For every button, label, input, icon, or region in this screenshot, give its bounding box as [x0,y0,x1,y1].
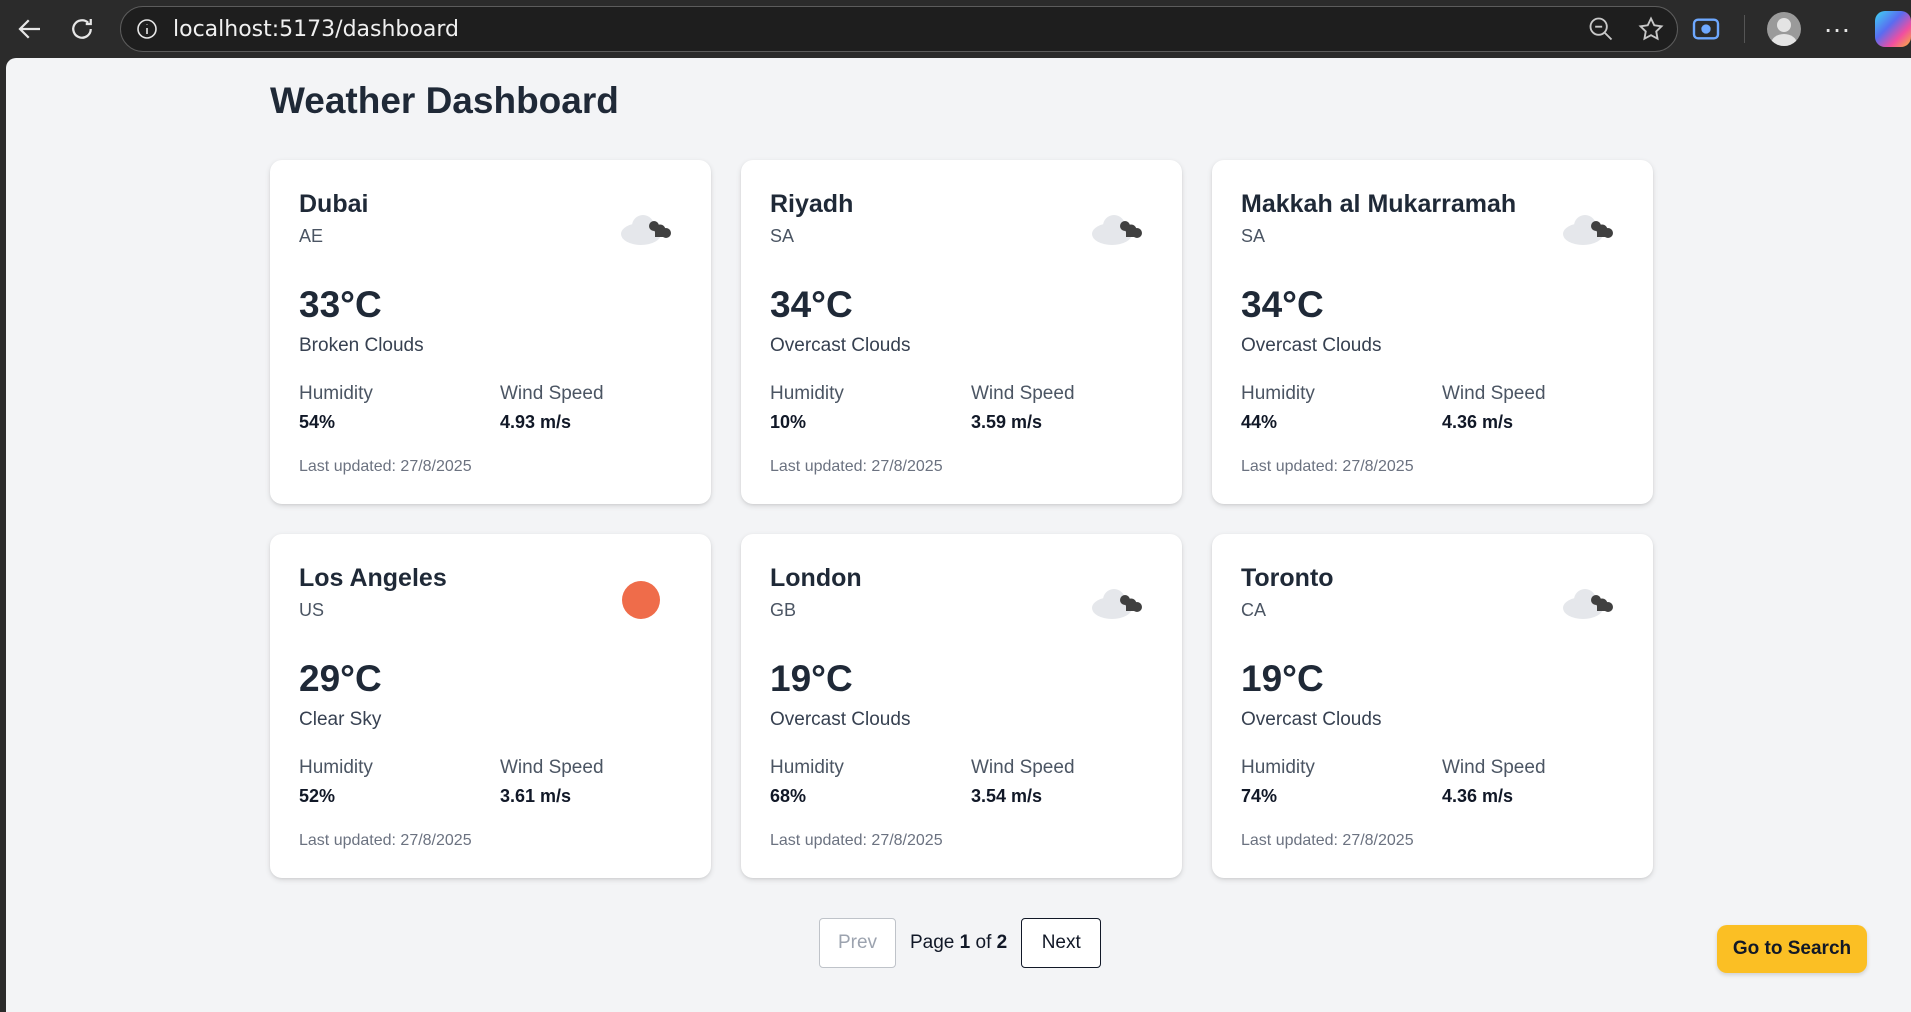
country-code: SA [1241,226,1266,246]
more-options-icon[interactable]: … [1823,9,1853,37]
extension-icon[interactable] [1690,13,1722,45]
city-name: Riyadh [770,190,854,218]
humidity-label: Humidity [1241,757,1315,778]
sun-icon [617,578,679,622]
next-button[interactable]: Next [1021,918,1102,968]
of-word: of [975,932,992,953]
browser-toolbar: localhost:5173/dashboard … [0,0,1911,58]
wind-speed-label: Wind Speed [971,757,1075,778]
last-updated: Last updated: 27/8/2025 [299,458,472,475]
back-icon[interactable] [8,7,52,51]
info-icon[interactable] [135,17,159,41]
last-updated: Last updated: 27/8/2025 [1241,458,1414,475]
current-page: 1 [959,932,971,953]
wind-speed-value: 3.54 m/s [971,786,1043,806]
total-pages: 2 [996,932,1008,953]
temperature: 19°C [1241,658,1324,699]
cloud-icon [1088,578,1150,622]
profile-avatar-icon[interactable] [1767,12,1801,46]
humidity-label: Humidity [1241,383,1315,404]
humidity-label: Humidity [299,757,373,778]
weather-card-grid: Dubai AE 33°C Broken Clouds Humidity Win… [270,160,1653,878]
city-name: London [770,564,862,592]
wind-speed-label: Wind Speed [971,383,1075,404]
cloud-icon [1559,578,1621,622]
city-name: Los Angeles [299,564,447,592]
weather-card[interactable]: Makkah al Mukarramah SA 34°C Overcast Cl… [1212,160,1653,504]
country-code: AE [299,226,324,246]
weather-card[interactable]: Riyadh SA 34°C Overcast Clouds Humidity … [741,160,1182,504]
humidity-label: Humidity [299,383,373,404]
page-title: Weather Dashboard [270,80,619,121]
city-name: Makkah al Mukarramah [1241,190,1517,218]
weather-description: Overcast Clouds [770,335,911,356]
wind-speed-label: Wind Speed [500,757,604,778]
wind-speed-label: Wind Speed [500,383,604,404]
wind-speed-value: 3.59 m/s [971,412,1043,432]
country-code: SA [770,226,795,246]
temperature: 34°C [770,284,853,325]
last-updated: Last updated: 27/8/2025 [770,832,943,849]
cloud-icon [1559,204,1621,248]
weather-card[interactable]: Los Angeles US 29°C Clear Sky Humidity W… [270,534,711,878]
temperature: 33°C [299,284,382,325]
last-updated: Last updated: 27/8/2025 [299,832,472,849]
cloud-icon [1088,204,1150,248]
last-updated: Last updated: 27/8/2025 [1241,832,1414,849]
humidity-value: 54% [299,412,336,432]
temperature: 34°C [1241,284,1324,325]
city-name: Dubai [299,190,369,218]
page-indicator: Page 1 of 2 [910,932,1007,954]
wind-speed-value: 4.36 m/s [1442,786,1514,806]
humidity-value: 74% [1241,786,1278,806]
humidity-value: 52% [299,786,336,806]
page-word: Page [910,932,955,953]
weather-description: Overcast Clouds [1241,709,1382,730]
country-code: GB [770,600,797,620]
wind-speed-label: Wind Speed [1442,757,1546,778]
star-icon[interactable] [1637,15,1665,43]
weather-description: Broken Clouds [299,335,424,356]
city-name: Toronto [1241,564,1334,592]
copilot-icon[interactable] [1875,11,1911,47]
weather-card[interactable]: London GB 19°C Overcast Clouds Humidity … [741,534,1182,878]
humidity-value: 68% [770,786,807,806]
reload-icon[interactable] [60,7,104,51]
weather-description: Overcast Clouds [770,709,911,730]
wind-speed-value: 3.61 m/s [500,786,572,806]
url-text[interactable]: localhost:5173/dashboard [173,17,459,42]
prev-button[interactable]: Prev [819,918,896,968]
zoom-out-icon[interactable] [1587,15,1615,43]
toolbar-divider [1744,15,1745,43]
humidity-label: Humidity [770,383,844,404]
wind-speed-value: 4.36 m/s [1442,412,1514,432]
last-updated: Last updated: 27/8/2025 [770,458,943,475]
go-to-search-button[interactable]: Go to Search [1717,925,1867,973]
weather-description: Overcast Clouds [1241,335,1382,356]
country-code: US [299,600,325,620]
humidity-value: 44% [1241,412,1278,432]
weather-description: Clear Sky [299,709,382,730]
pagination: Prev Page 1 of 2 Next [819,918,1102,968]
address-bar[interactable]: localhost:5173/dashboard [120,6,1678,52]
humidity-label: Humidity [770,757,844,778]
temperature: 19°C [770,658,853,699]
weather-card[interactable]: Toronto CA 19°C Overcast Clouds Humidity… [1212,534,1653,878]
humidity-value: 10% [770,412,807,432]
temperature: 29°C [299,658,382,699]
wind-speed-value: 4.93 m/s [500,412,572,432]
weather-card[interactable]: Dubai AE 33°C Broken Clouds Humidity Win… [270,160,711,504]
wind-speed-label: Wind Speed [1442,383,1546,404]
page-viewport: Weather Dashboard Dubai AE 33°C Broken C… [6,58,1911,1012]
country-code: CA [1241,600,1267,620]
cloud-icon [617,204,679,248]
